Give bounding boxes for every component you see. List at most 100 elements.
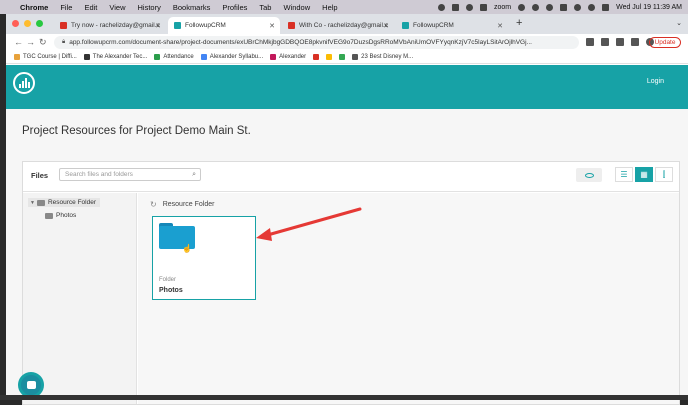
status-icon[interactable] <box>479 3 487 11</box>
address-bar[interactable]: 🔒︎ app.followupcrm.com/document-share/pr… <box>54 36 579 49</box>
login-link[interactable]: Login <box>647 78 664 85</box>
page-content: Project Resources for Project Demo Main … <box>6 109 688 405</box>
status-icon[interactable] <box>451 3 459 11</box>
bookmark-star-icon[interactable] <box>601 38 609 46</box>
status-icon[interactable] <box>437 3 445 11</box>
bookmark-label: 23 Best Disney M... <box>361 54 414 60</box>
reload-icon[interactable]: ↻ <box>39 37 47 48</box>
menu-help[interactable]: Help <box>322 3 337 12</box>
mac-menubar: Chrome File Edit View History Bookmarks … <box>0 0 688 14</box>
folder-contents: ↻ Resource Folder ☝ Folder Photos <box>138 193 679 404</box>
status-icon[interactable] <box>546 3 554 11</box>
bookmark-icon <box>14 54 20 60</box>
bookmark-item[interactable]: Attendance <box>154 54 194 60</box>
search-icon[interactable] <box>588 3 596 11</box>
annotation-arrow <box>256 207 362 241</box>
lock-icon[interactable]: 🔒︎ <box>62 39 65 46</box>
menu-history[interactable]: History <box>138 3 161 12</box>
menu-edit[interactable]: Edit <box>84 3 97 12</box>
bookmark-sheets[interactable] <box>339 54 346 60</box>
search-placeholder: Search files and folders <box>65 171 133 178</box>
bookmark-label: The Alexander Tec... <box>92 54 148 60</box>
bookmark-item[interactable]: Alexander <box>270 54 306 60</box>
gmail-icon <box>313 54 320 60</box>
battery-icon[interactable] <box>560 3 568 11</box>
bookmark-drive[interactable] <box>326 54 333 60</box>
menu-tab[interactable]: Tab <box>259 3 271 12</box>
url-text: app.followupcrm.com/document-share/proje… <box>69 39 532 46</box>
tree-item-photos[interactable]: Photos <box>45 212 76 219</box>
status-icon[interactable] <box>465 3 473 11</box>
menu-profiles[interactable]: Profiles <box>222 3 247 12</box>
control-center-icon[interactable] <box>602 3 610 11</box>
zoom-label[interactable]: zoom <box>494 4 511 11</box>
menu-view[interactable]: View <box>109 3 125 12</box>
bookmark-item[interactable]: The Alexander Tec... <box>83 54 148 60</box>
maximize-window-icon[interactable] <box>36 20 43 27</box>
close-icon[interactable]: ✕ <box>155 22 161 30</box>
new-tab-icon[interactable]: + <box>516 17 522 29</box>
followupcrm-icon <box>174 22 181 29</box>
folder-tree: ▼ Resource Folder Photos <box>23 193 137 404</box>
forward-icon[interactable]: → <box>26 37 35 47</box>
columns-icon: ⫿ <box>662 169 666 179</box>
bookmark-label: Alexander <box>279 54 307 60</box>
tab-followupcrm-active[interactable]: FollowupCRM ✕ <box>168 17 280 34</box>
followupcrm-logo-icon[interactable] <box>13 72 35 94</box>
tab-followupcrm[interactable]: FollowupCRM ✕ <box>396 17 508 34</box>
grid-icon: ▦ <box>640 170 648 179</box>
columns-view-button[interactable]: ⫿ <box>655 167 673 182</box>
back-icon[interactable]: ← <box>14 37 23 47</box>
close-icon[interactable]: ✕ <box>269 22 275 30</box>
search-input[interactable]: Search files and folders ⌕ <box>59 168 201 181</box>
bookmark-label: Alexander Syllabu... <box>209 54 264 60</box>
close-window-icon[interactable] <box>12 20 19 27</box>
files-panel: Files Search files and folders ⌕ ☰ ▦ ⫿ ▼… <box>22 161 680 405</box>
drive-icon <box>326 54 333 60</box>
current-folder-name: Resource Folder <box>162 201 215 208</box>
menu-window[interactable]: Window <box>283 3 310 12</box>
bookmark-gmail[interactable] <box>313 54 320 60</box>
toolbar-icons <box>586 38 654 46</box>
followupcrm-icon <box>402 22 409 29</box>
update-button[interactable]: Update <box>649 37 681 48</box>
status-icon[interactable] <box>518 3 526 11</box>
dock-edge <box>0 395 688 400</box>
minimize-window-icon[interactable] <box>24 20 31 27</box>
chevron-down-icon[interactable]: ⌄ <box>676 19 682 27</box>
menu-bookmarks[interactable]: Bookmarks <box>173 3 211 12</box>
caret-down-icon[interactable]: ▼ <box>30 200 35 206</box>
search-icon[interactable]: ⌕ <box>192 171 196 179</box>
menu-app-name[interactable]: Chrome <box>20 3 48 12</box>
refresh-icon[interactable]: ↻ <box>150 200 157 209</box>
folder-card-photos[interactable]: ☝ Folder Photos <box>152 216 256 300</box>
tab-try-now[interactable]: Try now - rachelizday@gmail.c ✕ <box>54 17 166 34</box>
status-icon[interactable] <box>532 3 540 11</box>
gmail-icon <box>60 22 67 29</box>
folder-card-name: Photos <box>159 287 183 294</box>
bookmark-item[interactable]: 23 Best Disney M... <box>352 54 413 60</box>
tree-item-resource-folder[interactable]: ▼ Resource Folder <box>28 198 101 207</box>
folder-icon <box>45 212 53 219</box>
extension-icon[interactable] <box>616 38 624 46</box>
tab-label: FollowupCRM <box>185 22 226 29</box>
bookmark-item[interactable]: TGC Course | Diffi... <box>14 54 77 60</box>
wifi-icon[interactable] <box>574 3 582 11</box>
app-header: Login <box>6 65 688 109</box>
menu-file[interactable]: File <box>60 3 72 12</box>
tab-bar: Try now - rachelizday@gmail.c ✕ Followup… <box>6 14 688 34</box>
share-icon[interactable] <box>586 38 594 46</box>
list-icon: ☰ <box>620 170 628 179</box>
close-icon[interactable]: ✕ <box>383 22 389 30</box>
close-icon[interactable]: ✕ <box>497 22 503 30</box>
bookmark-item[interactable]: Alexander Syllabu... <box>200 54 264 60</box>
hand-cursor-icon: ☝ <box>182 244 192 253</box>
menubar-clock[interactable]: Wed Jul 19 11:39 AM <box>616 4 682 11</box>
tab-with-co[interactable]: With Co - rachelizday@gmail.c ✕ <box>282 17 394 34</box>
browser-toolbar: ← → ↻ 🔒︎ app.followupcrm.com/document-sh… <box>6 34 688 51</box>
view-toggle: ☰ ▦ ⫿ <box>615 167 673 182</box>
sidebar-icon[interactable] <box>631 38 639 46</box>
list-view-button[interactable]: ☰ <box>615 167 633 182</box>
visibility-button[interactable] <box>576 168 602 182</box>
grid-view-button[interactable]: ▦ <box>635 167 653 182</box>
